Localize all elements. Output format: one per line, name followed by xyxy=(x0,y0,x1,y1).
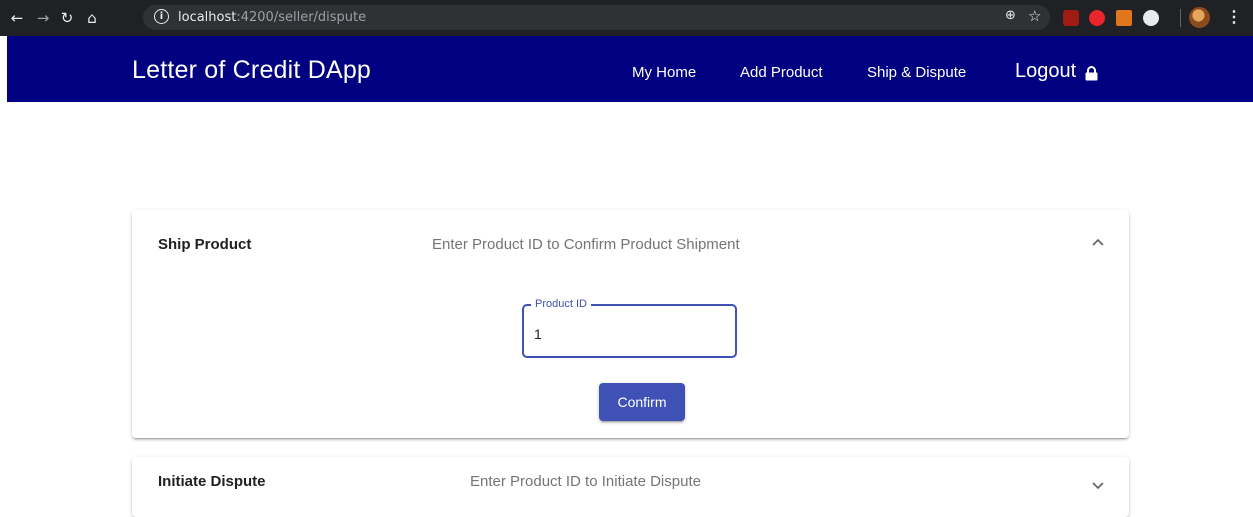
lock-icon[interactable] xyxy=(1085,66,1098,81)
initiate-dispute-panel[interactable]: Initiate Dispute Enter Product ID to Ini… xyxy=(132,457,1129,517)
menu-kebab-icon[interactable]: ⋮ xyxy=(1226,8,1242,28)
chevron-down-icon[interactable] xyxy=(1092,482,1104,490)
url-text[interactable]: localhost:4200/seller/dispute xyxy=(178,10,366,25)
metamask-icon[interactable] xyxy=(1116,10,1132,26)
profile-avatar[interactable] xyxy=(1189,7,1210,28)
url-host: localhost xyxy=(178,10,237,25)
address-bar[interactable]: i localhost:4200/seller/dispute ⊕ ☆ xyxy=(143,5,1050,30)
nav-my-home[interactable]: My Home xyxy=(632,64,696,81)
initiate-dispute-title[interactable]: Initiate Dispute xyxy=(158,473,266,490)
toolbar-divider xyxy=(1180,9,1181,27)
confirm-button[interactable]: Confirm xyxy=(599,383,685,421)
browser-toolbar: ← → ↻ ⌂ i localhost:4200/seller/dispute … xyxy=(0,0,1253,36)
product-id-label: Product ID xyxy=(531,298,591,310)
extension-circle-icon[interactable] xyxy=(1143,10,1159,26)
extension-red-icon[interactable] xyxy=(1089,10,1105,26)
back-arrow-icon[interactable]: ← xyxy=(7,8,27,28)
home-icon[interactable]: ⌂ xyxy=(82,8,102,28)
url-path: :4200/seller/dispute xyxy=(236,10,367,25)
product-id-field[interactable]: Product ID xyxy=(522,298,737,358)
brand-title[interactable]: Letter of Credit DApp xyxy=(132,56,371,85)
ship-product-description: Enter Product ID to Confirm Product Ship… xyxy=(432,236,740,253)
info-icon[interactable]: i xyxy=(154,9,169,24)
chevron-up-icon[interactable] xyxy=(1092,238,1104,246)
nav-logout[interactable]: Logout xyxy=(1015,60,1076,83)
star-icon[interactable]: ☆ xyxy=(1028,7,1041,25)
reload-icon[interactable]: ↻ xyxy=(57,8,77,28)
product-id-input[interactable] xyxy=(534,326,714,342)
pdf-extension-icon[interactable] xyxy=(1063,10,1079,26)
nav-ship-dispute[interactable]: Ship & Dispute xyxy=(867,64,966,81)
app-header: Letter of Credit DApp My Home Add Produc… xyxy=(7,36,1253,102)
ship-product-panel: Ship Product Enter Product ID to Confirm… xyxy=(132,210,1129,438)
nav-add-product[interactable]: Add Product xyxy=(740,64,823,81)
initiate-dispute-description: Enter Product ID to Initiate Dispute xyxy=(470,473,701,490)
zoom-icon[interactable]: ⊕ xyxy=(1005,8,1016,23)
forward-arrow-icon[interactable]: → xyxy=(33,8,53,28)
ship-product-title[interactable]: Ship Product xyxy=(158,236,251,253)
